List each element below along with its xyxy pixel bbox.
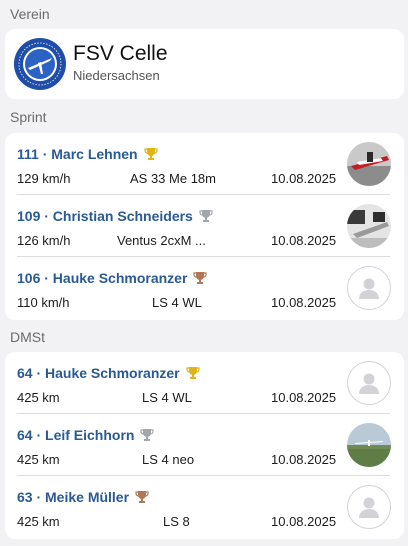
row-title: 109 · Christian Schneiders bbox=[17, 208, 213, 224]
list-item[interactable]: 64 · Leif Eichhorn 425 km LS 4 neo 10.08… bbox=[5, 414, 404, 476]
club-logo bbox=[14, 38, 66, 90]
row-distance: 425 km bbox=[17, 390, 60, 405]
sprint-card: 111 · Marc Lehnen 129 km/h AS 33 Me 18m … bbox=[5, 133, 404, 320]
row-aircraft: LS 4 WL bbox=[142, 390, 192, 405]
list-item[interactable]: 64 · Hauke Schmoranzer 425 km LS 4 WL 10… bbox=[5, 352, 404, 414]
gold-trophy-icon bbox=[186, 366, 200, 380]
row-distance: 425 km bbox=[17, 452, 60, 467]
list-item[interactable]: 63 · Meike Müller 425 km LS 8 10.08.2025 bbox=[5, 476, 404, 538]
list-item[interactable]: 106 · Hauke Schmoranzer 110 km/h LS 4 WL… bbox=[5, 257, 404, 319]
row-speed: 126 km/h bbox=[17, 233, 71, 248]
row-distance: 425 km bbox=[17, 514, 60, 529]
silver-trophy-icon bbox=[140, 428, 155, 442]
row-title: 111 · Marc Lehnen bbox=[17, 146, 158, 162]
section-label-verein: Verein bbox=[10, 6, 50, 22]
placeholder-avatar bbox=[347, 485, 391, 529]
row-aircraft: AS 33 Me 18m bbox=[130, 171, 216, 186]
club-name: FSV Celle bbox=[73, 42, 168, 65]
row-title: 64 · Hauke Schmoranzer bbox=[17, 365, 200, 381]
row-title: 106 · Hauke Schmoranzer bbox=[17, 270, 208, 286]
club-region: Niedersachsen bbox=[73, 68, 160, 83]
list-item[interactable]: 111 · Marc Lehnen 129 km/h AS 33 Me 18m … bbox=[5, 133, 404, 195]
row-aircraft: Ventus 2cxM ... bbox=[117, 233, 206, 248]
silver-trophy-icon bbox=[199, 209, 213, 223]
row-date: 10.08.2025 bbox=[271, 390, 337, 405]
bronze-trophy-icon bbox=[135, 490, 149, 504]
row-speed: 129 km/h bbox=[17, 171, 71, 186]
placeholder-avatar bbox=[347, 361, 391, 405]
list-item[interactable]: 109 · Christian Schneiders 126 km/h Vent… bbox=[5, 195, 404, 257]
row-aircraft: LS 4 neo bbox=[142, 452, 195, 467]
club-card[interactable]: FSV Celle Niedersachsen bbox=[5, 29, 404, 99]
photo-glider-avatar bbox=[347, 142, 391, 186]
row-title: 63 · Meike Müller bbox=[17, 489, 149, 505]
row-aircraft: LS 4 WL bbox=[152, 295, 202, 310]
row-aircraft: LS 8 bbox=[163, 514, 190, 529]
photo-glider-avatar bbox=[347, 204, 391, 248]
row-speed: 110 km/h bbox=[17, 295, 70, 310]
section-label-sprint: Sprint bbox=[10, 109, 47, 125]
photo-landscape-avatar bbox=[347, 423, 391, 467]
row-date: 10.08.2025 bbox=[271, 295, 337, 310]
row-date: 10.08.2025 bbox=[271, 514, 337, 529]
gold-trophy-icon bbox=[144, 147, 158, 161]
row-date: 10.08.2025 bbox=[271, 171, 337, 186]
bronze-trophy-icon bbox=[193, 271, 208, 285]
section-label-dmst: DMSt bbox=[10, 329, 45, 345]
row-date: 10.08.2025 bbox=[271, 233, 337, 248]
row-date: 10.08.2025 bbox=[271, 452, 337, 467]
placeholder-avatar bbox=[347, 266, 391, 310]
row-title: 64 · Leif Eichhorn bbox=[17, 427, 155, 443]
dmst-card: 64 · Hauke Schmoranzer 425 km LS 4 WL 10… bbox=[5, 352, 404, 539]
